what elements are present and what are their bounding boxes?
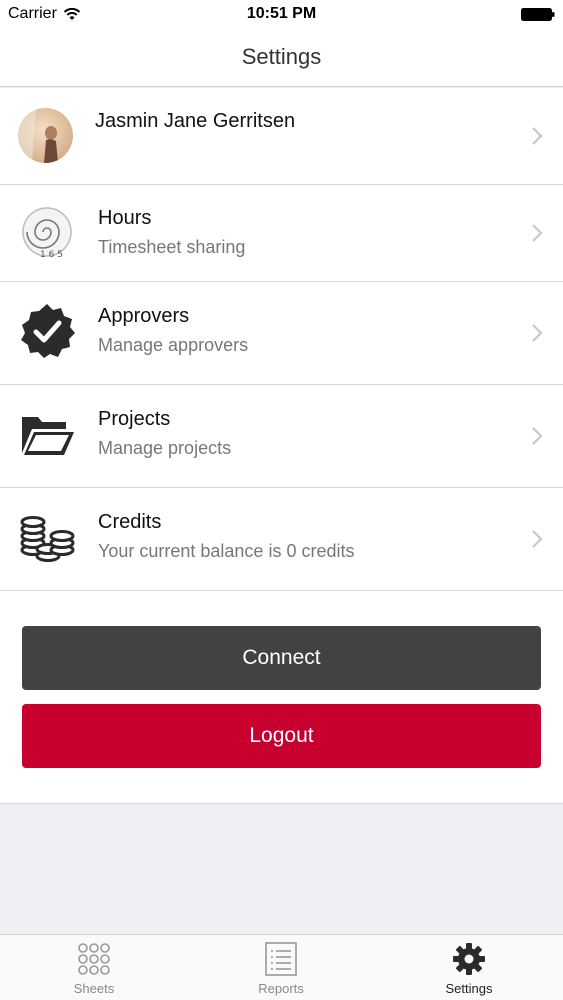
grid-dots-icon	[78, 943, 110, 975]
page-title: Settings	[241, 44, 322, 69]
menu-item-hours[interactable]: 1 6 5 Hours Timesheet sharing	[0, 185, 563, 282]
svg-text:1 6 5: 1 6 5	[40, 250, 63, 260]
tab-sheets[interactable]: Sheets	[29, 935, 159, 1000]
settings-screen: Carrier 10:51 PM Settings Jasmin Jane Ge…	[0, 0, 563, 1000]
profile-row[interactable]: Jasmin Jane Gerritsen	[0, 88, 563, 185]
connect-button[interactable]: Connect	[22, 626, 541, 690]
tab-settings[interactable]: Settings	[404, 935, 534, 1000]
coins-icon	[20, 516, 75, 562]
menu-item-subtitle: Manage approvers	[98, 335, 249, 355]
navigation-bar: Settings	[0, 30, 563, 87]
menu-item-title: Hours	[98, 207, 152, 229]
menu-item-title: Credits	[98, 511, 162, 533]
chevron-right-icon	[532, 127, 543, 145]
avatar-photo	[18, 108, 58, 163]
status-bar: Carrier 10:51 PM	[0, 0, 563, 30]
logout-button[interactable]: Logout	[22, 704, 541, 768]
tab-label: Settings	[445, 981, 493, 996]
menu-item-credits[interactable]: Credits Your current balance is 0 credit…	[0, 488, 563, 591]
settings-list: Jasmin Jane Gerritsen 1 6 5 Hours Timesh…	[0, 88, 563, 591]
menu-item-title: Approvers	[98, 305, 190, 327]
battery-icon	[521, 8, 555, 21]
menu-item-projects[interactable]: Projects Manage projects	[0, 385, 563, 488]
menu-item-subtitle: Manage projects	[98, 438, 232, 458]
tab-reports[interactable]: Reports	[216, 935, 346, 1000]
menu-item-subtitle: Your current balance is 0 credits	[98, 541, 355, 561]
profile-name: Jasmin Jane Gerritsen	[95, 110, 296, 132]
menu-item-title: Projects	[98, 408, 171, 430]
tab-label: Sheets	[73, 981, 115, 996]
chevron-right-icon	[532, 427, 543, 445]
chevron-right-icon	[532, 530, 543, 548]
folder-icon	[22, 417, 74, 455]
tab-bar: Sheets Reports Settings	[0, 934, 563, 1000]
clock-spiral-icon: 1 6 5	[22, 207, 72, 260]
action-buttons-section: Connect Logout	[0, 591, 563, 804]
avatar	[18, 108, 73, 163]
chevron-right-icon	[532, 324, 543, 342]
list-document-icon	[265, 942, 297, 976]
status-time: 10:51 PM	[246, 5, 317, 22]
check-badge-icon	[21, 304, 75, 358]
menu-item-subtitle: Timesheet sharing	[98, 237, 246, 257]
menu-item-approvers[interactable]: Approvers Manage approvers	[0, 282, 563, 385]
gear-icon	[453, 943, 485, 975]
chevron-right-icon	[532, 224, 543, 242]
tab-label: Reports	[258, 981, 304, 996]
